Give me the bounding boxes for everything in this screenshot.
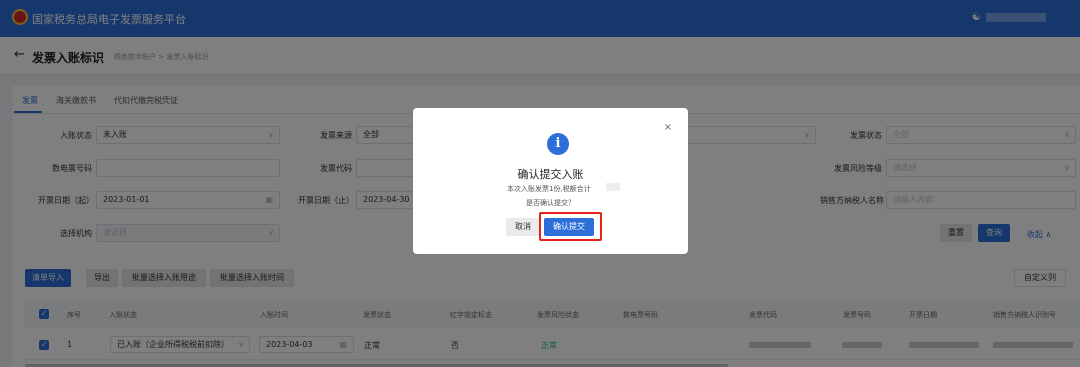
close-icon[interactable]: ×: [664, 122, 672, 133]
highlight-annotation: [539, 212, 602, 241]
info-icon: i: [547, 133, 569, 155]
dialog-title: 确认提交入账: [517, 168, 584, 181]
redacted-tax-amount: [606, 183, 620, 191]
cancel-button[interactable]: 取消: [506, 218, 540, 236]
dialog-confirm-question: 是否确认提交？: [526, 199, 575, 207]
dialog-summary-text: 本次入账发票1份,税额合计: [507, 185, 591, 193]
